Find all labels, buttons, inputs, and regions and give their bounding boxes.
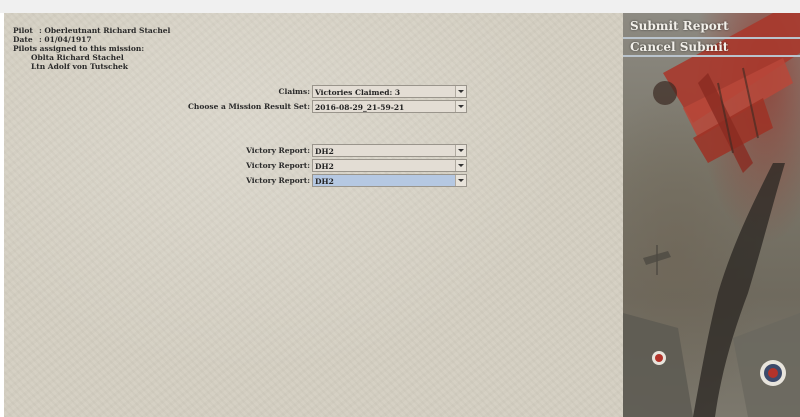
mission-result-selected-value: 2016-08-29_21-59-21 [315, 103, 405, 112]
mission-result-select[interactable]: 2016-08-29_21-59-21 [312, 100, 467, 113]
mission-result-label: Choose a Mission Result Set: [187, 102, 310, 111]
assigned-pilot: Oblta Richard Stachel [31, 53, 124, 62]
pilot-label: Pilot [13, 26, 33, 35]
victory-report-label: Victory Report: [246, 176, 310, 185]
sidebar-artwork-panel: Submit Report Cancel Submit [623, 13, 800, 417]
chevron-down-icon[interactable] [455, 86, 466, 97]
victory-report-select[interactable]: DH2 [312, 144, 467, 157]
chevron-down-icon[interactable] [455, 160, 466, 171]
top-strip [0, 0, 800, 13]
aircraft-painting [623, 13, 800, 417]
assigned-pilot: Ltn Adolf von Tutschek [31, 62, 128, 71]
assigned-heading: Pilots assigned to this mission: [13, 44, 145, 53]
victory-report-select[interactable]: DH2 [312, 159, 467, 172]
victory-report-label: Victory Report: [246, 161, 310, 170]
chevron-down-icon[interactable] [455, 175, 466, 186]
date-value: : 01/04/1917 [39, 35, 92, 44]
pilot-info-block: Pilot : Oberleutnant Richard Stachel Date… [13, 26, 170, 71]
submit-report-button[interactable]: Submit Report [623, 16, 800, 36]
cancel-submit-button[interactable]: Cancel Submit [623, 37, 800, 57]
pilot-row: Pilot : Oberleutnant Richard Stachel [13, 26, 170, 35]
claims-select[interactable]: Victories Claimed: 3 [312, 85, 467, 98]
chevron-down-icon[interactable] [455, 101, 466, 112]
victory-report-select[interactable]: DH2 [312, 174, 467, 187]
claims-label: Claims: [278, 87, 310, 96]
victory-report-selected-value: DH2 [315, 177, 334, 186]
claims-selected-value: Victories Claimed: 3 [315, 88, 401, 97]
pilot-value: : Oberleutnant Richard Stachel [39, 26, 171, 35]
date-label: Date [13, 35, 33, 44]
victory-report-selected-value: DH2 [315, 147, 334, 156]
victory-report-selected-value: DH2 [315, 162, 334, 171]
victory-report-label: Victory Report: [246, 146, 310, 155]
date-row: Date : 01/04/1917 [13, 35, 170, 44]
chevron-down-icon[interactable] [455, 145, 466, 156]
parchment-panel [4, 13, 623, 417]
